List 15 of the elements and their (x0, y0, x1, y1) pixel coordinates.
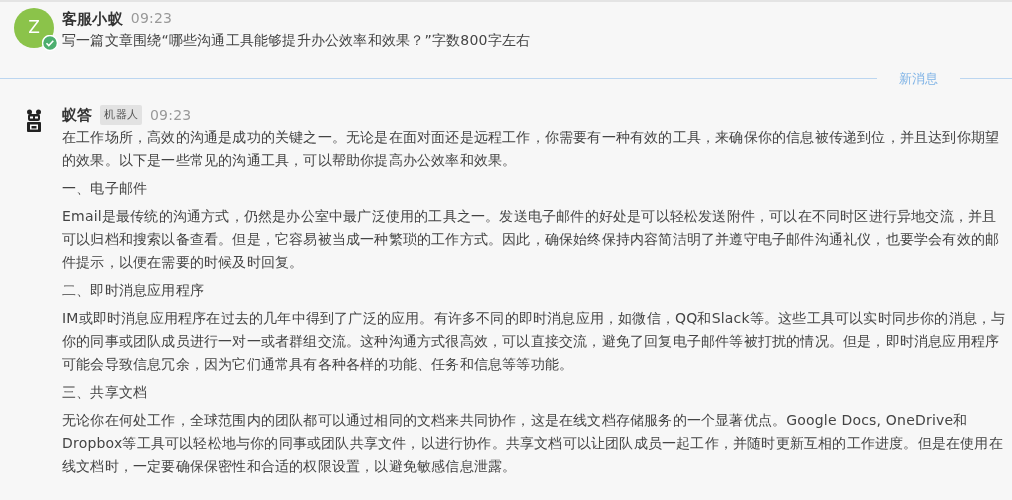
message-text: 一、电子邮件 (62, 178, 149, 198)
message-text: 无论你在何处工作，全球范围内的团队都可以通过相同的文档来共同协作，这是在线文档存储服务的一个显著优点。Google Docs, OneDrive和Dropbox等工具可以轻松地与你的同事或团队共享文件，以进行协作。共享文档可以让团队成员一起工作，并随时更新互相的工作进度。但是在使用在线文档时，一定要确保保密性和合适的权限设置，以避免敏感信息泄露。 (62, 410, 1004, 476)
new-messages-divider: 新消息 (898, 70, 939, 88)
message-text: 在工作场所，高效的沟通是成功的关键之一。无论是在面对面还是远程工作，你需要有一种有效的工具，来确保你的信息被传递到位，并且达到你期望的效果。以下是一些常见的沟通工具，可以帮助你提高办公效率和效果。 (62, 127, 1001, 170)
role-tag: 机器人 (100, 104, 142, 126)
message-text: 三、共享文档 (62, 382, 149, 402)
message-text: 写一篇文章围绕“哪些沟通工具能够提升办公效率和效果？”字数800字左右 (62, 31, 532, 50)
timestamp: 09:23 (150, 105, 192, 125)
message-text: 二、即时消息应用程序 (62, 280, 205, 300)
message-text: Email是最传统的沟通方式，仍然是办公室中最广泛使用的工具之一。发送电子邮件的好处是可以轻松发送附件，可以在不同时区进行异地交流，并且可以归档和搜索以备查看。但是，它容易被当成一种繁琐的工作方式。因此，确保始终保持内容简洁明了并遵守电子邮件沟通礼仪，也要学会有效的邮件提示，以便在需要的时候及时回复。 (62, 206, 1001, 272)
message-text: IM或即时消息应用程序在过去的几年中得到了广泛的应用。有许多不同的即时消息应用，如微信，QQ和Slack等。这些工具可以实时同步你的消息，与你的同事或团队成员进行一对一或者群组交流。这种沟通方式很高效，可以直接交流，避免了回复电子邮件等被打扰的情况。但是，即时消息应用程序可能会导致信息冗余，因为它们通常具有各种各样的功能、任务和信息等等功能。 (62, 308, 1007, 374)
sender-name: 蚁答 (62, 105, 93, 125)
sender-name: 客服小蚁 (62, 8, 123, 29)
ant-robot-icon (26, 108, 42, 133)
timestamp: 09:23 (130, 9, 173, 28)
